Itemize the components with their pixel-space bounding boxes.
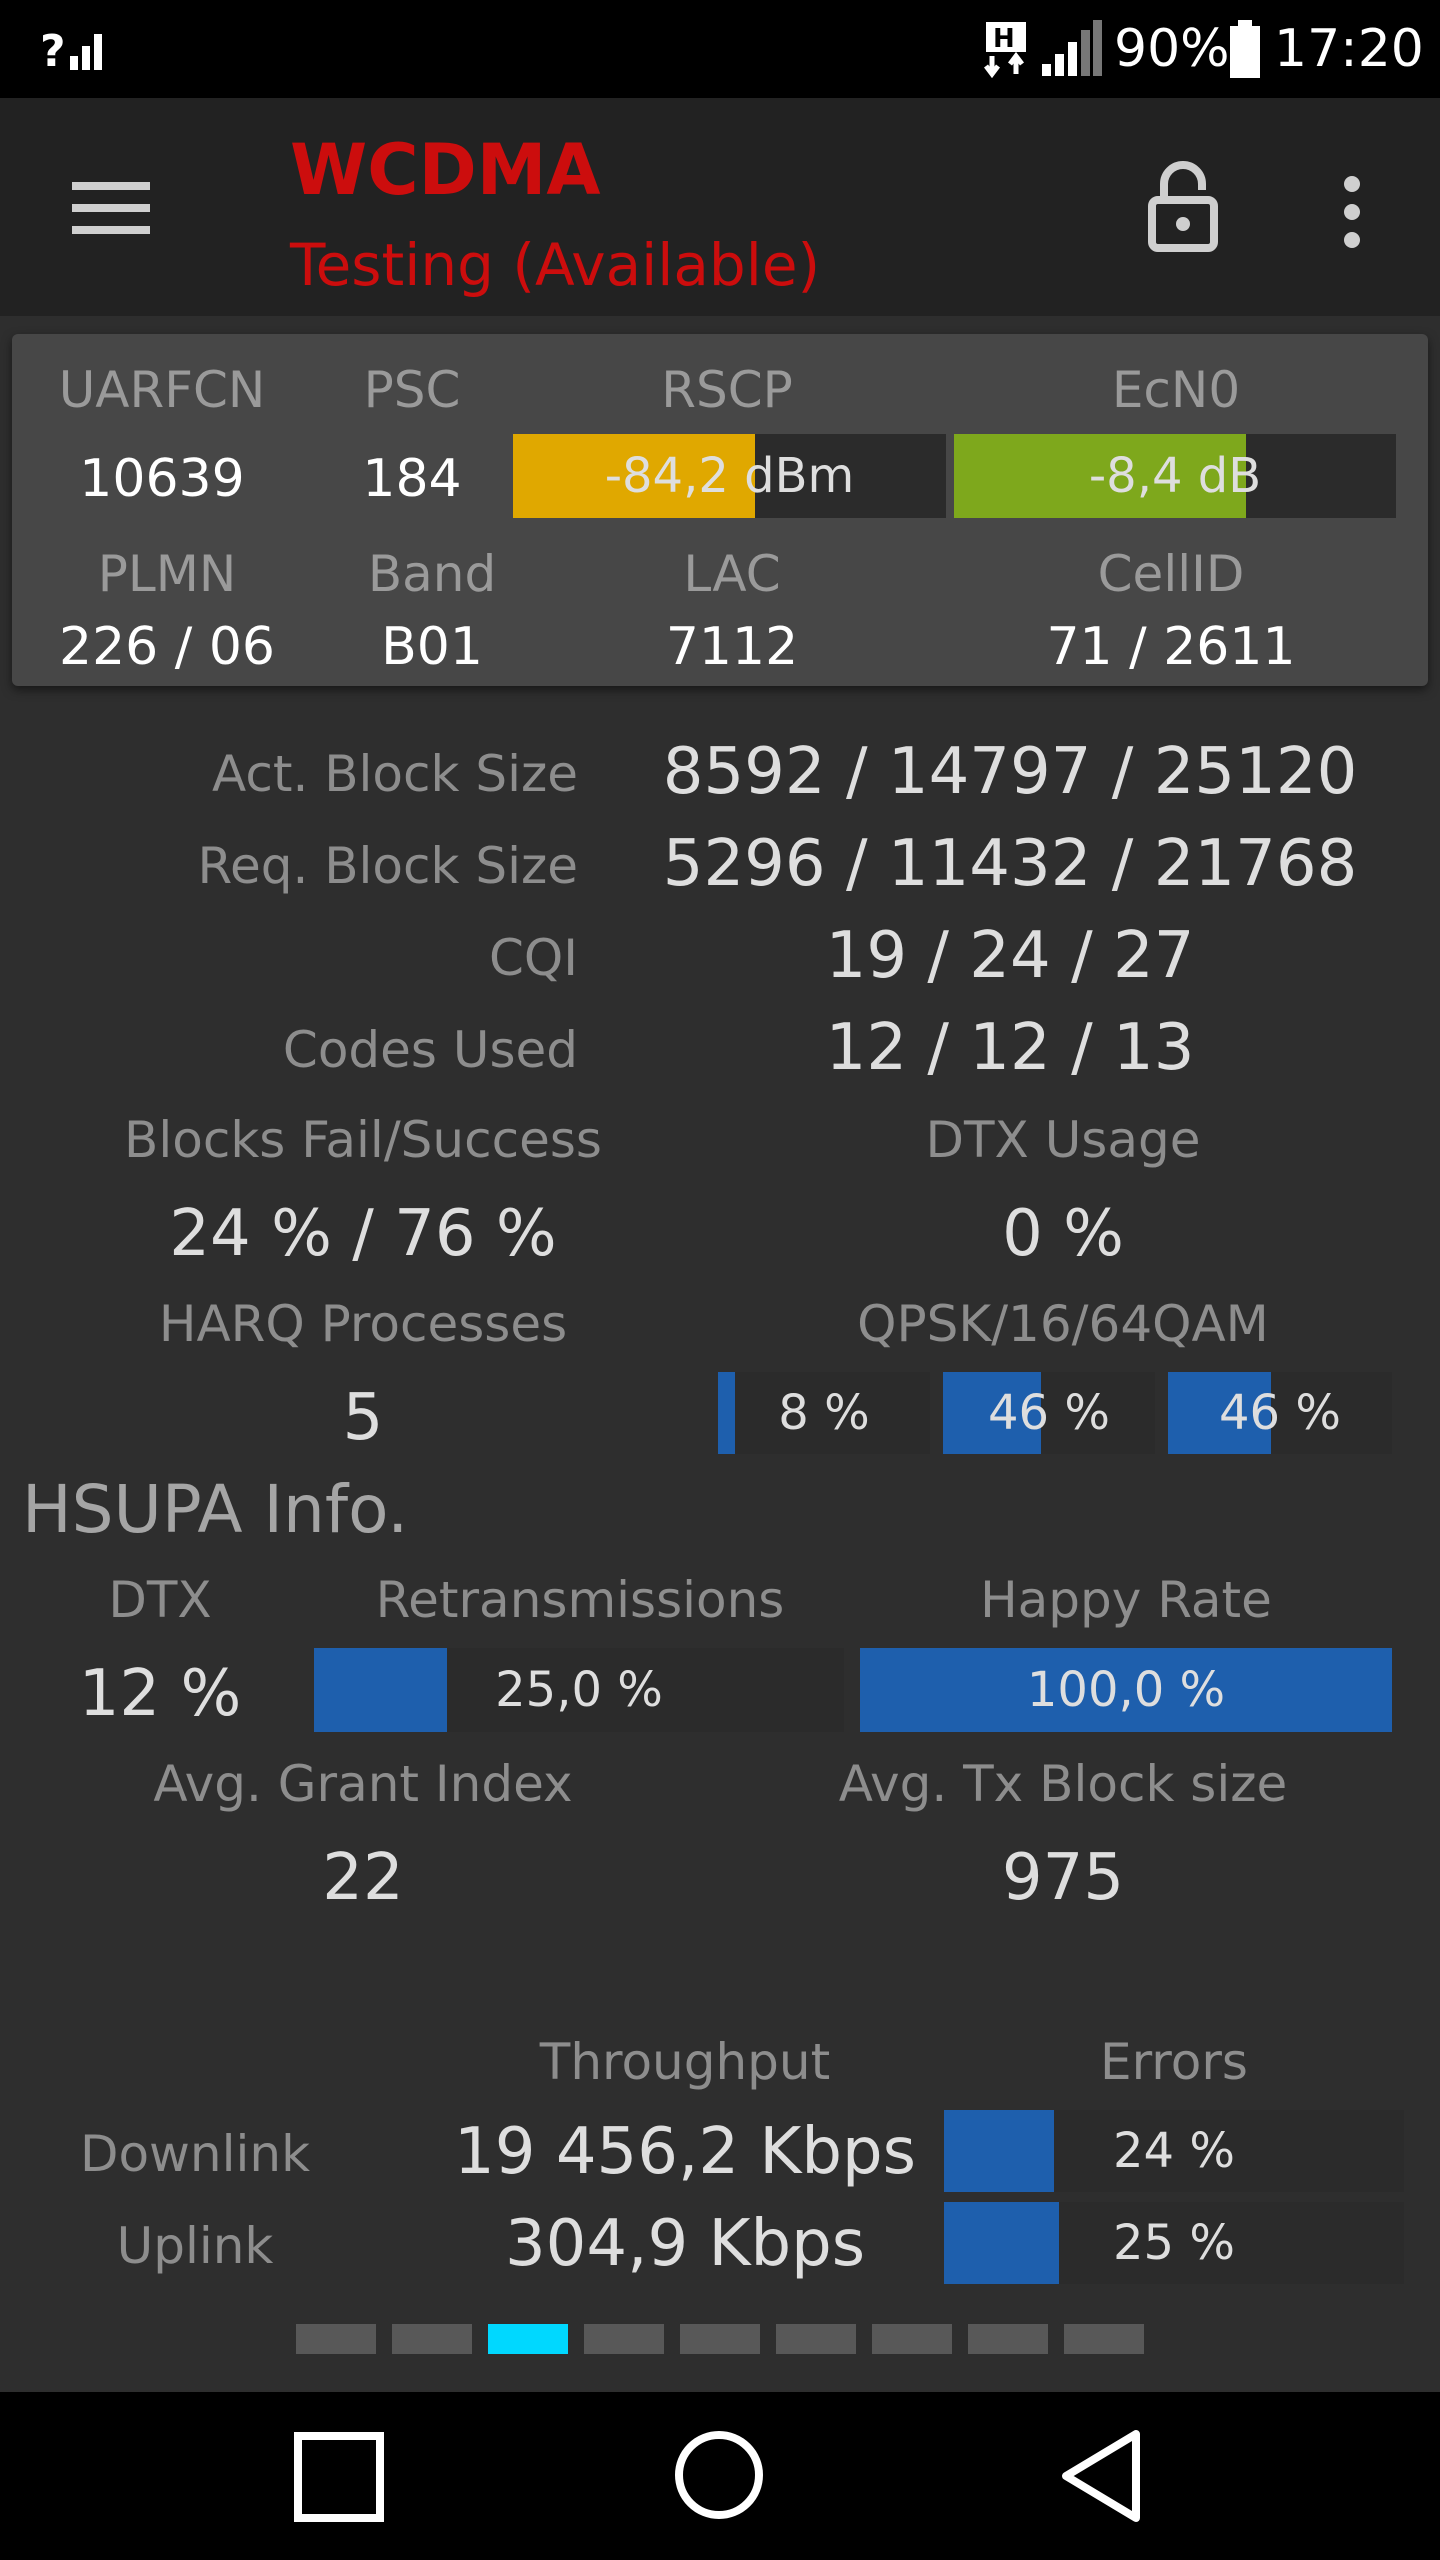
harq-processes-value: 5 <box>342 1381 384 1455</box>
rscp-label: RSCP <box>661 361 793 419</box>
req-block-size-label: Req. Block Size <box>197 837 578 895</box>
codes-used-value: 12 / 12 / 13 <box>825 1011 1195 1085</box>
band-label: Band <box>367 545 497 603</box>
qam64-bar: 46 % <box>1168 1372 1392 1454</box>
battery-percent: 90% <box>1114 19 1230 79</box>
psc-label: PSC <box>363 361 461 419</box>
qam64-value: 46 % <box>1219 1385 1341 1441</box>
cqi-value: 19 / 24 / 27 <box>825 919 1195 993</box>
ecn0-value: -8,4 dB <box>1088 448 1262 504</box>
cellid-label: CellID <box>1097 545 1245 603</box>
status-bar: ? H 90% 17:20 <box>0 0 1440 98</box>
page-dot[interactable] <box>584 2324 664 2354</box>
hsupa-dtx-value: 12 % <box>78 1657 242 1731</box>
qam16-value: 46 % <box>988 1385 1110 1441</box>
lac-label: LAC <box>683 545 781 603</box>
page-dot[interactable] <box>680 2324 760 2354</box>
codes-used-label: Codes Used <box>282 1021 578 1079</box>
dtx-usage-label: DTX Usage <box>925 1111 1201 1169</box>
retransmissions-bar: 25,0 % <box>314 1648 844 1732</box>
page-dot[interactable] <box>392 2324 472 2354</box>
happy-rate-value: 100,0 % <box>1026 1662 1226 1718</box>
harq-processes-label: HARQ Processes <box>158 1295 568 1353</box>
happy-rate-bar: 100,0 % <box>860 1648 1392 1732</box>
hsupa-dtx-label: DTX <box>108 1571 212 1629</box>
lac-value: 7112 <box>665 617 799 677</box>
retransmissions-value: 25,0 % <box>495 1662 663 1718</box>
uplink-label: Uplink <box>116 2217 274 2275</box>
signal-unknown-icon: ? <box>40 26 102 74</box>
ecn0-bar: -8,4 dB <box>954 434 1396 518</box>
hamburger-menu-icon[interactable] <box>72 180 152 236</box>
svg-text:H: H <box>993 24 1015 54</box>
uarfcn-label: UARFCN <box>58 361 266 419</box>
band-value: B01 <box>381 617 483 677</box>
uplink-errors-bar: 25 % <box>944 2202 1404 2284</box>
downlink-errors-bar: 24 % <box>944 2110 1404 2192</box>
cell-info-card: UARFCN PSC RSCP EcN0 10639 184 -84,2 dBm… <box>12 334 1428 686</box>
battery-icon <box>1230 20 1260 78</box>
back-icon[interactable] <box>1058 2428 1142 2524</box>
hsupa-section-title: HSUPA Info. <box>22 1471 409 1548</box>
overflow-menu-icon[interactable] <box>1336 176 1368 248</box>
rscp-value: -84,2 dBm <box>604 448 855 504</box>
downlink-label: Downlink <box>79 2125 311 2183</box>
page-dot[interactable] <box>872 2324 952 2354</box>
rscp-bar: -84,2 dBm <box>513 434 946 518</box>
app-subtitle: Testing (Available) <box>290 231 821 299</box>
blocks-fail-success-value: 24 % / 76 % <box>169 1197 557 1271</box>
uplink-errors-value: 25 % <box>1113 2215 1235 2271</box>
ecn0-label: EcN0 <box>1111 361 1241 419</box>
uplink-throughput-value: 304,9 Kbps <box>504 2207 866 2281</box>
avg-grant-index-label: Avg. Grant Index <box>153 1755 573 1813</box>
plmn-value: 226 / 06 <box>59 617 275 677</box>
dtx-usage-value: 0 % <box>1002 1197 1124 1271</box>
page-dot[interactable] <box>296 2324 376 2354</box>
downlink-throughput-value: 19 456,2 Kbps <box>454 2115 916 2189</box>
cell-signal-icon <box>1042 20 1102 76</box>
psc-value: 184 <box>362 449 462 509</box>
happy-rate-label: Happy Rate <box>980 1571 1272 1629</box>
recents-icon[interactable] <box>294 2432 384 2522</box>
avg-grant-index-value: 22 <box>322 1841 404 1915</box>
page-dot[interactable] <box>1064 2324 1144 2354</box>
plmn-label: PLMN <box>97 545 237 603</box>
page-dot[interactable] <box>776 2324 856 2354</box>
unlock-icon[interactable] <box>1148 160 1218 252</box>
avg-tx-block-size-label: Avg. Tx Block size <box>838 1755 1288 1813</box>
errors-label: Errors <box>1100 2033 1248 2091</box>
blocks-fail-success-label: Blocks Fail/Success <box>124 1111 602 1169</box>
app-title: WCDMA <box>290 129 601 211</box>
cqi-label: CQI <box>488 929 578 987</box>
qpsk-value: 8 % <box>778 1385 870 1441</box>
home-icon[interactable] <box>674 2430 764 2520</box>
qam-label: QPSK/16/64QAM <box>857 1295 1269 1353</box>
uarfcn-value: 10639 <box>79 449 245 509</box>
act-block-size-value: 8592 / 14797 / 25120 <box>662 735 1358 809</box>
hplus-data-icon: H <box>984 22 1026 78</box>
page-dot[interactable] <box>488 2324 568 2354</box>
qam16-bar: 46 % <box>943 1372 1155 1454</box>
cellid-value: 71 / 2611 <box>1046 617 1296 677</box>
act-block-size-label: Act. Block Size <box>212 745 578 803</box>
qpsk-bar: 8 % <box>718 1372 930 1454</box>
req-block-size-value: 5296 / 11432 / 21768 <box>662 827 1358 901</box>
svg-text:?: ? <box>40 26 66 74</box>
avg-tx-block-size-value: 975 <box>1001 1841 1125 1915</box>
page-dot[interactable] <box>968 2324 1048 2354</box>
clock: 17:20 <box>1274 19 1424 79</box>
throughput-label: Throughput <box>539 2033 831 2091</box>
downlink-errors-value: 24 % <box>1113 2123 1235 2179</box>
retransmissions-label: Retransmissions <box>375 1571 785 1629</box>
